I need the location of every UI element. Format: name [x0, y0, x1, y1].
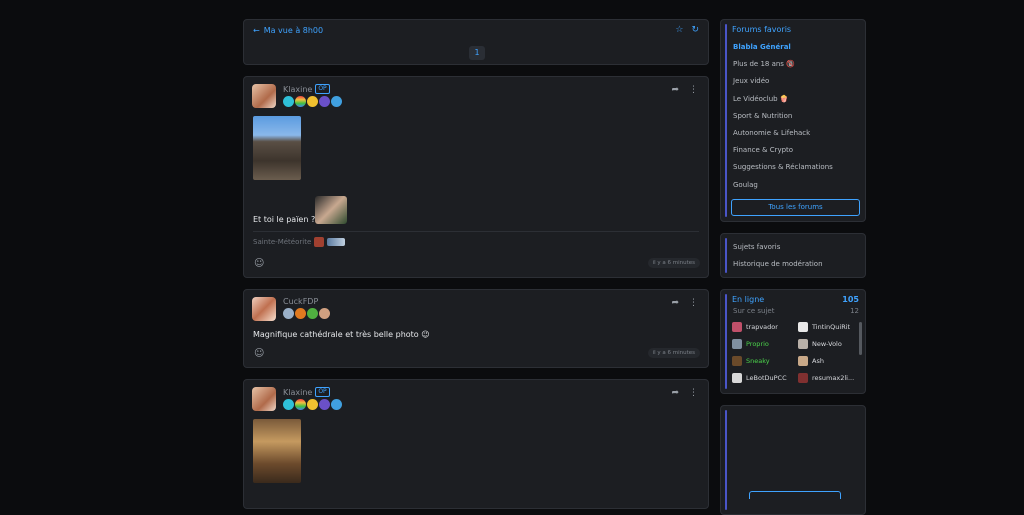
avatar[interactable]	[252, 387, 276, 411]
user-avatar	[732, 355, 742, 366]
user-name: TintinQuiRit	[812, 322, 851, 331]
add-reaction-icon[interactable]: ☺	[254, 348, 264, 359]
star-icon[interactable]: ☆	[675, 25, 683, 35]
user-avatar	[732, 338, 742, 349]
links-panel: Sujets favoris Historique de modération	[720, 233, 866, 278]
divider	[253, 231, 699, 232]
signature-text: Sainte-Météorite	[253, 238, 312, 246]
user-avatar	[732, 372, 742, 383]
post-text: Magnifique cathédrale et très belle phot…	[253, 330, 430, 339]
bottom-panel	[720, 405, 866, 515]
post-2: CuckFDP ➦ ⋮ Magnifique cathédrale et très…	[243, 289, 709, 368]
more-icon[interactable]: ⋮	[689, 298, 698, 308]
online-user[interactable]: Ash	[798, 355, 860, 366]
author-name[interactable]: Klaxine	[283, 85, 312, 94]
forum-item[interactable]: Le Vidéoclub 🍿	[733, 95, 833, 112]
user-avatar	[732, 321, 742, 332]
forum-item[interactable]: Finance & Crypto	[733, 146, 833, 163]
favorite-forums-panel: Forums favoris Blabla Général Plus de 18…	[720, 19, 866, 222]
online-count: 105	[842, 295, 859, 304]
forum-list: Blabla Général Plus de 18 ans 🔞 Jeux vid…	[733, 43, 833, 198]
panel-button[interactable]	[749, 491, 841, 499]
refresh-icon[interactable]: ↻	[691, 25, 699, 35]
post-3: Klaxine OP ➦ ⋮	[243, 379, 709, 509]
avatar[interactable]	[252, 84, 276, 108]
more-icon[interactable]: ⋮	[689, 85, 698, 95]
user-avatar	[798, 355, 808, 366]
user-name: LeBotDuPCC	[746, 373, 787, 382]
online-user[interactable]: LeBotDuPCC	[732, 372, 798, 383]
user-name: New-Volo	[812, 339, 842, 348]
forum-item[interactable]: Goulag	[733, 181, 833, 198]
author-name[interactable]: CuckFDP	[283, 297, 318, 306]
share-icon[interactable]: ➦	[671, 85, 679, 95]
user-name: Sneaky	[746, 356, 770, 365]
scrollbar[interactable]	[859, 322, 862, 355]
signature: Sainte-Météorite	[253, 237, 346, 247]
user-avatar	[798, 372, 808, 383]
panel-title: En ligne	[732, 295, 765, 304]
online-user[interactable]: New-Volo	[798, 338, 860, 349]
favorite-topics-link[interactable]: Sujets favoris	[733, 243, 823, 260]
moderation-history-link[interactable]: Historique de modération	[733, 260, 823, 277]
post-1: Klaxine OP ➦ ⋮ Et toi le païen ? Sainte-Mé…	[243, 76, 709, 278]
cathedral-interior-image[interactable]	[253, 419, 301, 483]
op-badge: OP	[315, 387, 330, 397]
timestamp: il y a 6 minutes	[647, 258, 700, 268]
more-icon[interactable]: ⋮	[689, 388, 698, 398]
topic-count: 12	[850, 307, 859, 315]
post-text: Et toi le païen ?	[253, 215, 316, 224]
forum-item[interactable]: Plus de 18 ans 🔞	[733, 60, 833, 77]
back-link[interactable]: ← Ma vue à 8h00	[253, 26, 323, 35]
sticker-image	[315, 196, 347, 224]
online-user[interactable]: Sneaky	[732, 355, 798, 366]
online-user[interactable]: resumax2li...	[798, 372, 860, 383]
badges	[283, 399, 342, 410]
user-name: Ash	[812, 356, 824, 365]
user-avatar	[798, 321, 808, 332]
forum-item[interactable]: Autonomie & Lifehack	[733, 129, 833, 146]
badges	[283, 96, 342, 107]
timestamp: il y a 6 minutes	[647, 348, 700, 358]
subtitle: Sur ce sujet	[733, 307, 775, 315]
forum-item[interactable]: Jeux vidéo	[733, 77, 833, 94]
online-user[interactable]: trapvador	[732, 321, 798, 332]
online-users: trapvador TintinQuiRit Proprio New-Volo Snea…	[732, 321, 860, 383]
share-icon[interactable]: ➦	[671, 388, 679, 398]
back-label: Ma vue à 8h00	[263, 26, 324, 35]
avatar[interactable]	[252, 297, 276, 321]
user-avatar	[798, 338, 808, 349]
user-name: Proprio	[746, 339, 769, 348]
arrow-left-icon: ←	[253, 26, 260, 35]
author-name[interactable]: Klaxine	[283, 388, 312, 397]
forum-item[interactable]: Suggestions & Réclamations	[733, 163, 833, 180]
cathedral-image[interactable]	[253, 116, 301, 180]
forum-item[interactable]: Blabla Général	[733, 43, 833, 60]
online-user[interactable]: Proprio	[732, 338, 798, 349]
badges	[283, 308, 330, 319]
forum-item[interactable]: Sport & Nutrition	[733, 112, 833, 129]
add-reaction-icon[interactable]: ☺	[254, 258, 264, 269]
topic-header: ← Ma vue à 8h00 ☆ ↻ 1	[243, 19, 709, 65]
all-forums-button[interactable]: Tous les forums	[731, 199, 860, 216]
user-name: resumax2li...	[812, 373, 855, 382]
user-name: trapvador	[746, 322, 778, 331]
page-button-1[interactable]: 1	[469, 46, 485, 60]
online-panel: En ligne 105 Sur ce sujet 12 trapvador Ti…	[720, 289, 866, 394]
panel-title: Forums favoris	[732, 25, 792, 34]
op-badge: OP	[315, 84, 330, 94]
online-user[interactable]: TintinQuiRit	[798, 321, 860, 332]
share-icon[interactable]: ➦	[671, 298, 679, 308]
